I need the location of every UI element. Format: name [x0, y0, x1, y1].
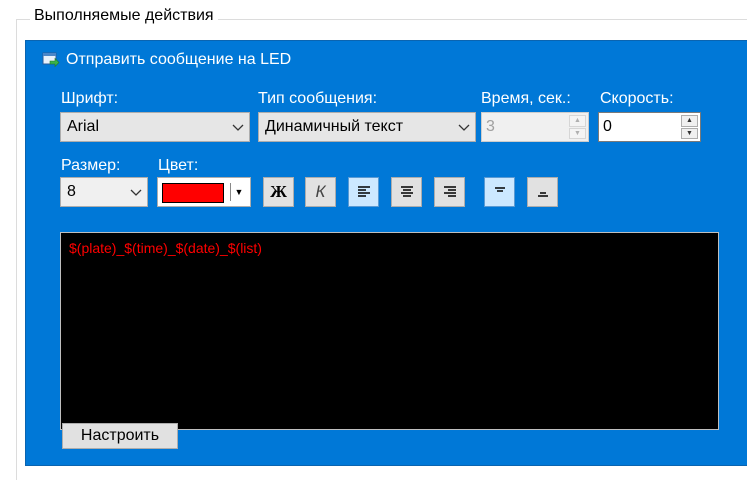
chevron-down-icon	[130, 189, 142, 196]
bold-button[interactable]: Ж	[263, 177, 294, 207]
speed-label: Скорость:	[600, 90, 674, 107]
font-label: Шрифт:	[61, 90, 119, 107]
speed-spinner[interactable]: 0 ▲ ▼	[598, 112, 701, 142]
align-left-icon	[357, 186, 370, 197]
font-select-value: Arial	[67, 118, 100, 135]
message-type-label: Тип сообщения:	[258, 90, 378, 107]
send-message-icon	[42, 51, 60, 69]
align-right-icon	[443, 186, 456, 197]
speed-value: 0	[603, 118, 612, 135]
time-value: 3	[486, 118, 495, 135]
align-right-button[interactable]	[434, 177, 465, 207]
align-left-button[interactable]	[348, 177, 379, 207]
message-type-select[interactable]: Динамичный текст	[258, 112, 476, 142]
spin-down-icon[interactable]: ▼	[681, 127, 698, 139]
time-spinner[interactable]: 3 ▲ ▼	[481, 112, 589, 142]
panel-header: Отправить сообщение на LED	[42, 49, 291, 71]
spin-up-icon[interactable]: ▲	[681, 115, 698, 127]
spin-down-icon[interactable]: ▼	[569, 127, 586, 139]
led-message-text: $(plate)_$(time)_$(date)_$(list)	[69, 240, 262, 256]
chevron-down-icon	[232, 124, 244, 131]
size-label: Размер:	[61, 157, 121, 174]
color-picker[interactable]: ▼	[157, 177, 251, 207]
size-value: 8	[67, 183, 76, 200]
color-swatch	[162, 183, 224, 203]
valign-top-icon	[494, 187, 505, 192]
chevron-down-icon	[458, 124, 470, 131]
spin-up-icon[interactable]: ▲	[569, 115, 586, 127]
led-message-panel: Отправить сообщение на LED Шрифт: Тип со…	[25, 40, 747, 466]
size-select[interactable]: 8	[60, 177, 148, 207]
valign-bottom-button[interactable]	[527, 177, 558, 207]
time-label: Время, сек.:	[481, 90, 571, 107]
valign-top-button[interactable]	[484, 177, 515, 207]
groupbox-title: Выполняемые действия	[30, 6, 218, 26]
dropdown-arrow-icon[interactable]: ▼	[230, 183, 247, 201]
message-type-value: Динамичный текст	[265, 118, 404, 135]
led-preview[interactable]: $(plate)_$(time)_$(date)_$(list)	[60, 232, 719, 430]
align-center-icon	[400, 186, 413, 197]
color-label: Цвет:	[158, 157, 199, 174]
italic-button[interactable]: К	[305, 177, 336, 207]
panel-title: Отправить сообщение на LED	[66, 51, 292, 68]
font-select[interactable]: Arial	[60, 112, 250, 142]
align-center-button[interactable]	[391, 177, 422, 207]
valign-bottom-icon	[537, 192, 548, 197]
configure-button[interactable]: Настроить	[62, 423, 178, 449]
